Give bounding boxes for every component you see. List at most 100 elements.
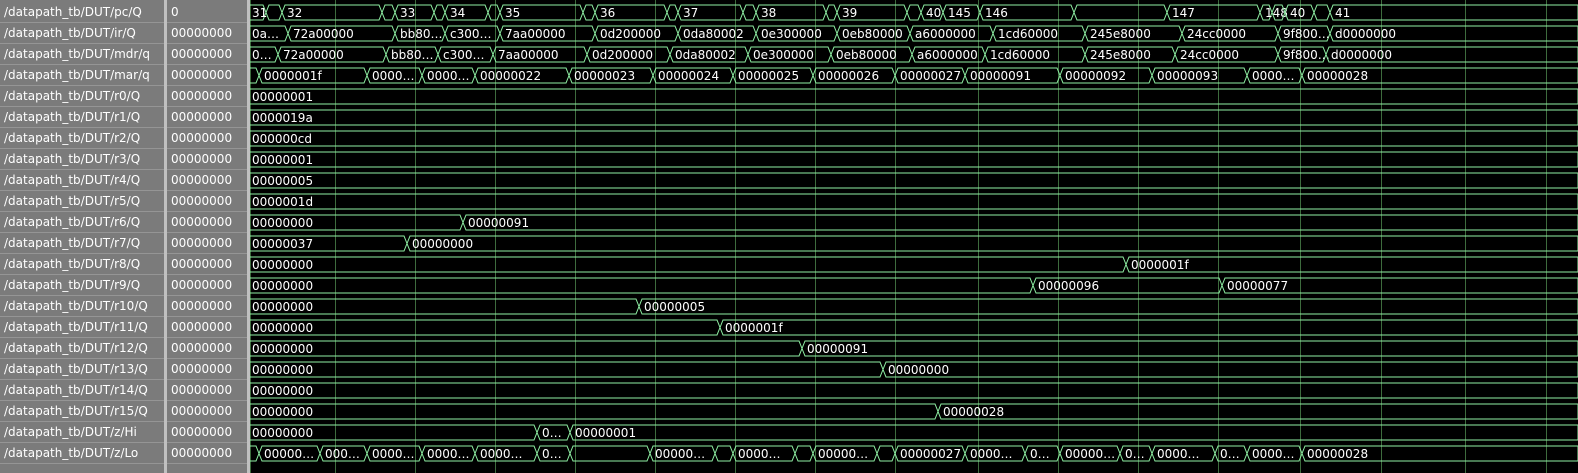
waveform-value-label: 0d200000 <box>592 48 653 62</box>
waveform-value-label: 00000093 <box>1157 69 1218 83</box>
waveform-value-label: 0000019a <box>252 111 313 125</box>
waveform-value-label: 0000… <box>372 69 415 83</box>
signal-name[interactable]: /datapath_tb/DUT/r5/Q <box>0 191 164 212</box>
waveform-value-label: 33 <box>400 6 415 20</box>
waveform-value-label: 7aa00000 <box>498 48 559 62</box>
waveform-segment <box>582 4 596 21</box>
waveform-segment <box>433 4 446 21</box>
waveform-value-label: 00000000 <box>888 363 949 377</box>
waveform-value-label: 00000… <box>655 447 705 461</box>
signal-name[interactable]: /datapath_tb/DUT/z/Lo <box>0 443 164 464</box>
waveform-value-label: 00000091 <box>468 216 529 230</box>
signal-name[interactable]: /datapath_tb/DUT/r8/Q <box>0 254 164 275</box>
signal-name[interactable]: /datapath_tb/DUT/r0/Q <box>0 86 164 107</box>
waveform-segment <box>882 361 1578 378</box>
waveform-value-label: 00000000 <box>252 216 313 230</box>
signal-name[interactable]: /datapath_tb/DUT/r6/Q <box>0 212 164 233</box>
wave-window: /datapath_tb/DUT/pc/Q/datapath_tb/DUT/ir… <box>0 0 1578 473</box>
signal-value: 00000000 <box>171 404 233 418</box>
waveform-segment <box>381 4 396 21</box>
waveform-segment <box>250 340 803 357</box>
waveform-value-label: 00000028 <box>1307 447 1368 461</box>
waveform-segment <box>937 403 1578 420</box>
signal-waveform[interactable]: 00000000 0000001f <box>250 319 1578 336</box>
waveform-value-label: 9f800… <box>1283 48 1330 62</box>
signal-name[interactable]: /datapath_tb/DUT/pc/Q <box>0 2 164 23</box>
signal-name[interactable]: /datapath_tb/DUT/r9/Q <box>0 275 164 296</box>
signal-name[interactable]: /datapath_tb/DUT/r3/Q <box>0 149 164 170</box>
row-separator <box>167 463 247 464</box>
signal-waveform[interactable]: 00000000 00000005 <box>250 298 1578 315</box>
waveform-value-label: 00000077 <box>1227 279 1288 293</box>
waveform-segment <box>250 193 1578 210</box>
signal-value: 00000000 <box>171 278 233 292</box>
signal-waveform[interactable]: 00000000 0000001f <box>250 256 1578 273</box>
waveform-value-label: 0000… <box>427 447 470 461</box>
waveform-value-label: 31 <box>252 6 267 20</box>
signal-waveform[interactable]: 00000005 <box>250 172 1578 189</box>
signal-name[interactable]: /datapath_tb/DUT/r14/Q <box>0 380 164 401</box>
signal-waveform[interactable]: 31 32 33 34 35 36 37 38 39 40 145 146 147 148 40 41 <box>250 4 1578 21</box>
signal-name[interactable]: /datapath_tb/DUT/r4/Q <box>0 170 164 191</box>
waveform-area[interactable]: 31 32 33 34 35 36 37 38 39 40 145 146 147 148 40 41 0a… 7… <box>250 0 1578 473</box>
waveform-segment <box>825 4 838 21</box>
waveform-value-label: 00000005 <box>252 174 313 188</box>
signal-waveform[interactable]: 00000000 0… 00000001 <box>250 424 1578 441</box>
signal-value: 0 <box>171 5 179 19</box>
signal-value: 00000000 <box>171 320 233 334</box>
waveform-value-label: 36 <box>600 6 615 20</box>
waveform-value-label: 24cc0000 <box>1180 48 1239 62</box>
signal-waveform[interactable]: 00000000 00000096 00000077 <box>250 277 1578 294</box>
signal-name[interactable]: /datapath_tb/DUT/r12/Q <box>0 338 164 359</box>
signal-name[interactable]: /datapath_tb/DUT/r2/Q <box>0 128 164 149</box>
signal-name[interactable]: /datapath_tb/DUT/ir/Q <box>0 23 164 44</box>
signal-value: 00000000 <box>171 257 233 271</box>
waveform-value-label: 00000000 <box>252 426 313 440</box>
signal-name[interactable]: /datapath_tb/DUT/r15/Q <box>0 401 164 422</box>
signal-waveform[interactable]: 00000000 00000028 <box>250 403 1578 420</box>
waveform-value-label: 00000001 <box>575 426 636 440</box>
waveform-value-label: 0000… <box>1157 447 1200 461</box>
signal-waveform[interactable]: 00000037 00000000 <box>250 235 1578 252</box>
signal-name[interactable]: /datapath_tb/DUT/r11/Q <box>0 317 164 338</box>
waveform-segment <box>666 4 679 21</box>
waveform-value-label: 00000000 <box>252 258 313 272</box>
signal-value: 00000000 <box>171 89 233 103</box>
signal-waveform[interactable]: 0a… 72a00000 bb80… c300… 7aa00000 0d200000 0da… <box>250 25 1578 42</box>
waveform-value-label: 146 <box>985 6 1008 20</box>
signal-waveform[interactable]: 000000cd <box>250 130 1578 147</box>
waveform-value-label: a6000000 <box>917 48 978 62</box>
waveform-value-label: 35 <box>505 6 520 20</box>
waveform-value-label: 0… <box>1220 447 1240 461</box>
signal-waveform[interactable]: 00000000 00000091 <box>250 214 1578 231</box>
waveform-value-label: d0000000 <box>1335 27 1396 41</box>
signal-waveform[interactable]: 0000019a <box>250 109 1578 126</box>
signal-value: 00000000 <box>171 194 233 208</box>
signal-waveform[interactable]: 0… 72a00000 bb80… c300… 7aa00000 0d200000 0da8… <box>250 46 1578 63</box>
signal-name[interactable]: /datapath_tb/DUT/mdr/q <box>0 44 164 65</box>
signal-waveform[interactable]: 0000001d <box>250 193 1578 210</box>
signal-waveform[interactable]: 00000001 <box>250 88 1578 105</box>
signal-name[interactable]: /datapath_tb/DUT/r13/Q <box>0 359 164 380</box>
signal-waveform[interactable]: 00000000 <box>250 382 1578 399</box>
signal-name[interactable]: /datapath_tb/DUT/r1/Q <box>0 107 164 128</box>
signal-name[interactable]: /datapath_tb/DUT/z/Hi <box>0 422 164 443</box>
waveform-value-label: 00000000 <box>252 300 313 314</box>
waveform-value-label: 0000… <box>1252 69 1295 83</box>
signal-name[interactable]: /datapath_tb/DUT/r7/Q <box>0 233 164 254</box>
signal-waveform[interactable]: 00000… 000… 0000… 0000… 0000… 0… 00000… 0000… 00… <box>250 445 1578 462</box>
signal-value: 00000000 <box>171 68 233 82</box>
waveform-value-label: 245e8000 <box>1090 48 1151 62</box>
waveform-value-label: 00000037 <box>252 237 313 251</box>
signal-waveform[interactable]: 00000001 <box>250 151 1578 168</box>
waveform-value-label: 0000001f <box>1131 258 1189 272</box>
waveform-value-label: 34 <box>450 6 465 20</box>
signal-value: 00000000 <box>171 47 233 61</box>
signal-name[interactable]: /datapath_tb/DUT/mar/q <box>0 65 164 86</box>
signal-name[interactable]: /datapath_tb/DUT/r10/Q <box>0 296 164 317</box>
waveform-value-label: 00000000 <box>252 363 313 377</box>
signal-waveform[interactable]: 0000001f 0000… 0000… 00000022 00000023 000000… <box>250 67 1578 84</box>
waveform-canvas[interactable]: 31 32 33 34 35 36 37 38 39 40 145 146 147 148 40 410a… 7… <box>250 0 1578 473</box>
signal-waveform[interactable]: 00000000 00000000 <box>250 361 1578 378</box>
signal-waveform[interactable]: 00000000 00000091 <box>250 340 1578 357</box>
